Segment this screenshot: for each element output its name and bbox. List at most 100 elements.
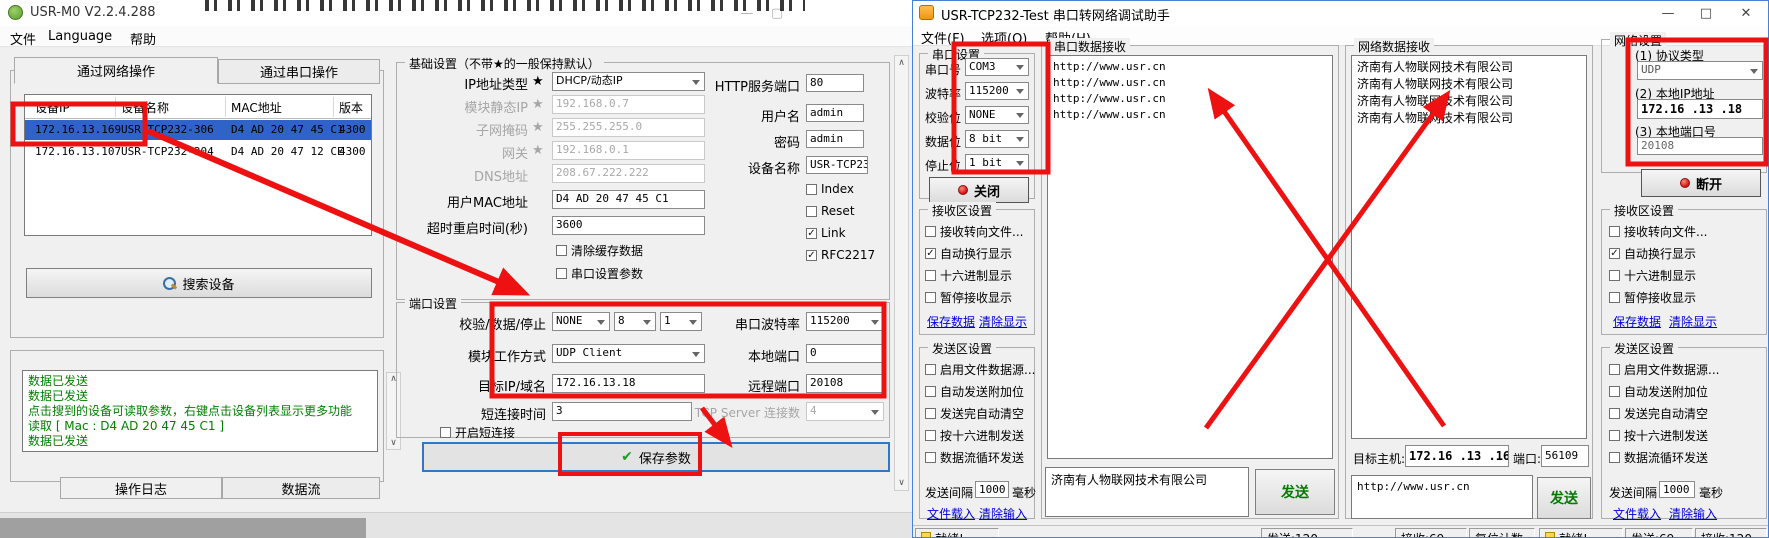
settings-scrollbar[interactable]: ∧ ∨ (894, 55, 909, 491)
status-reset-count[interactable]: 复位计数 (1469, 528, 1535, 538)
send-interval-field[interactable]: 1000 (975, 481, 1009, 498)
disconnect-button[interactable]: 断开 (1641, 169, 1761, 197)
shortconn-checkbox[interactable]: 开启短连接 (440, 424, 515, 441)
recv-to-file-checkbox[interactable]: 接收转向文件... (1609, 223, 1707, 240)
net-send-input[interactable]: http://www.usr.cn (1351, 475, 1533, 519)
close-port-button[interactable]: 关闭 (929, 177, 1029, 203)
clear-after-send-checkbox[interactable]: 发送完自动清空 (925, 405, 1024, 422)
save-data-link[interactable]: 保存数据 (927, 313, 975, 330)
log-area[interactable]: 数据已发送 数据已发送 点击搜到的设备可读取参数，右键点击设备列表显示更多功能 … (22, 370, 378, 452)
index-checkbox[interactable]: Index (806, 182, 854, 196)
protocol-select[interactable]: UDP (1637, 61, 1763, 80)
loop-send-checkbox[interactable]: 数据流循环发送 (1609, 449, 1708, 466)
auto-linefeed-checkbox[interactable]: 自动换行显示 (1609, 245, 1696, 262)
menu-language[interactable]: Language (48, 29, 112, 44)
pause-recv-checkbox[interactable]: 暂停接收显示 (1609, 289, 1696, 306)
load-file-link[interactable]: 文件载入 (1613, 505, 1661, 522)
search-device-button[interactable]: 搜索设备 (26, 268, 372, 298)
remoteport-field[interactable]: 20108 (806, 374, 884, 393)
checkbox-icon (440, 427, 451, 438)
recv-line: 济南有人物联网技术有限公司 (1357, 59, 1581, 76)
col-device-name: 设备名称 (121, 99, 169, 116)
net-send-button[interactable]: 发送 (1537, 477, 1591, 519)
auto-append-checkbox[interactable]: 自动发送附加位 (1609, 383, 1708, 400)
table-row[interactable]: 172.16.13.107 USR-TCP232-304 D4 AD 20 47… (25, 142, 371, 162)
checkbox-icon (925, 386, 936, 397)
tab-operation-log[interactable]: 操作日志 (60, 477, 222, 499)
user-mac-field[interactable]: D4 AD 20 47 45 C1 (552, 190, 705, 209)
maximize-icon[interactable]: □ (1689, 3, 1723, 24)
serial-recv-area[interactable]: http://www.usr.cn http://www.usr.cn http… (1047, 55, 1333, 459)
file-source-checkbox[interactable]: 启用文件数据源... (925, 361, 1035, 378)
target-port-field[interactable]: 56109 (1541, 445, 1589, 467)
clear-display-link[interactable]: 清除显示 (1669, 313, 1717, 330)
serial-param-checkbox[interactable]: 串口设置参数 (556, 265, 643, 282)
clear-input-link[interactable]: 清除输入 (1669, 505, 1717, 522)
recv-settings-title: 接收区设置 (1610, 202, 1678, 219)
tab-data-stream[interactable]: 数据流 (222, 477, 380, 499)
scroll-down-icon[interactable]: ∨ (895, 478, 908, 488)
clear-cache-checkbox[interactable]: 清除缓存数据 (556, 242, 643, 259)
net-data-title: 网络数据接收 (1354, 38, 1434, 55)
file-source-checkbox[interactable]: 启用文件数据源... (1609, 361, 1719, 378)
scroll-down-icon[interactable]: ∨ (387, 438, 400, 448)
link-checkbox[interactable]: Link (806, 226, 846, 240)
load-file-link[interactable]: 文件载入 (927, 505, 975, 522)
save-data-link[interactable]: 保存数据 (1613, 313, 1661, 330)
stopbits-label: 停止位 (925, 157, 961, 174)
checkbox-icon (1609, 386, 1620, 397)
scroll-up-icon[interactable]: ∧ (895, 58, 908, 68)
device-name-field[interactable]: USR-TCP23 (806, 156, 868, 174)
auto-linefeed-checkbox[interactable]: 自动换行显示 (925, 245, 1012, 262)
checkbox-icon (1609, 452, 1620, 463)
net-recv-area[interactable]: 济南有人物联网技术有限公司 济南有人物联网技术有限公司 济南有人物联网技术有限公… (1351, 55, 1587, 439)
ready-icon (921, 532, 931, 538)
clear-display-link[interactable]: 清除显示 (979, 313, 1027, 330)
menu-file[interactable]: 文件 (10, 29, 36, 48)
pause-recv-checkbox[interactable]: 暂停接收显示 (925, 289, 1012, 306)
hex-send-checkbox[interactable]: 按十六进制发送 (925, 427, 1024, 444)
send-interval-field[interactable]: 1000 (1659, 481, 1695, 498)
menu-options[interactable]: 选项(O) (981, 28, 1027, 47)
table-row[interactable]: 172.16.13.169 USR-TCP232-306 D4 AD 20 47… (25, 120, 371, 140)
username-field[interactable]: admin (806, 104, 864, 122)
baud-select[interactable]: 115200 (806, 312, 884, 331)
rfc2217-checkbox[interactable]: RFC2217 (806, 248, 875, 262)
parity-select[interactable]: NONE (552, 312, 610, 331)
localport-field[interactable]: 0 (806, 344, 884, 363)
search-icon (163, 277, 176, 290)
timeout-field[interactable]: 3600 (552, 216, 705, 235)
menu-file[interactable]: 文件(F) (921, 28, 965, 47)
subnet-mask-label: 子网掩码 (336, 120, 528, 139)
recv-to-file-checkbox[interactable]: 接收转向文件... (925, 223, 1023, 240)
local-ip-field[interactable]: 172.16 .13 .18 (1637, 99, 1763, 119)
password-field[interactable]: admin (806, 130, 864, 148)
com-port-select[interactable]: COM3 (965, 58, 1029, 76)
baudrate-select[interactable]: 115200 (965, 82, 1029, 100)
hex-display-checkbox[interactable]: 十六进制显示 (1609, 267, 1696, 284)
http-port-field[interactable]: 80 (806, 74, 864, 92)
tcpserver-conn-select[interactable]: 4 (806, 402, 884, 421)
serial-send-button[interactable]: 发送 (1255, 469, 1335, 515)
clear-input-link[interactable]: 清除输入 (979, 505, 1027, 522)
checkbox-icon (1609, 292, 1620, 303)
close-icon[interactable]: ✕ (1727, 3, 1765, 24)
reset-checkbox[interactable]: Reset (806, 204, 855, 218)
log-line: 点击搜到的设备可读取参数，右键点击设备列表显示更多功能 (28, 404, 372, 419)
save-params-button[interactable]: ✔ 保存参数 (422, 442, 890, 472)
serial-send-input[interactable]: 济南有人物联网技术有限公司 (1045, 467, 1249, 517)
parity-select[interactable]: NONE (965, 106, 1029, 124)
databits-select[interactable]: 8 bit (965, 130, 1029, 148)
target-host-field[interactable]: 172.16 .13 .169 (1405, 445, 1509, 467)
hex-display-checkbox[interactable]: 十六进制显示 (925, 267, 1012, 284)
local-port-field[interactable]: 20108 (1637, 137, 1763, 155)
menu-help[interactable]: 帮助 (130, 29, 156, 48)
tab-network-operate[interactable]: 通过网络操作 (14, 57, 218, 84)
stopbits-select[interactable]: 1 bit (965, 154, 1029, 172)
databits-select[interactable]: 8 (614, 312, 656, 331)
clear-after-send-checkbox[interactable]: 发送完自动清空 (1609, 405, 1708, 422)
minimize-icon[interactable]: — (1651, 3, 1685, 24)
auto-append-checkbox[interactable]: 自动发送附加位 (925, 383, 1024, 400)
hex-send-checkbox[interactable]: 按十六进制发送 (1609, 427, 1708, 444)
loop-send-checkbox[interactable]: 数据流循环发送 (925, 449, 1024, 466)
